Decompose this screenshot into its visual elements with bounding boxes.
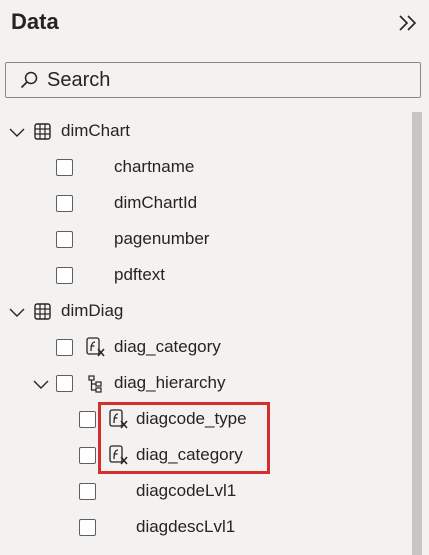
chevron-down-icon[interactable] <box>9 304 25 320</box>
field-row[interactable]: diagcodeLvl1 <box>0 474 405 510</box>
field-checkbox[interactable] <box>56 231 73 248</box>
hierarchy-row[interactable]: diag_hierarchy <box>0 366 405 402</box>
table-row-dimchart[interactable]: dimChart <box>0 114 405 150</box>
measure-row[interactable]: diagcode_type <box>0 402 405 438</box>
table-icon <box>34 303 51 320</box>
hierarchy-label: diag_hierarchy <box>114 373 226 392</box>
scrollbar[interactable] <box>412 112 422 555</box>
table-label: dimDiag <box>61 301 124 320</box>
measure-label: diagcode_type <box>136 409 247 428</box>
field-row[interactable]: chartname <box>0 150 405 186</box>
field-row[interactable]: pagenumber <box>0 222 405 258</box>
hierarchy-checkbox[interactable] <box>56 375 73 392</box>
field-label: pagenumber <box>114 229 210 248</box>
field-checkbox[interactable] <box>56 267 73 284</box>
calculated-field-icon <box>109 409 128 429</box>
calculated-field-icon <box>109 445 128 465</box>
field-checkbox[interactable] <box>79 519 96 536</box>
field-checkbox[interactable] <box>56 195 73 212</box>
field-checkbox[interactable] <box>56 159 73 176</box>
hierarchy-icon <box>88 375 102 393</box>
calculated-field-icon <box>86 337 105 357</box>
field-label: chartname <box>114 157 195 176</box>
field-checkbox[interactable] <box>79 483 96 500</box>
field-checkbox[interactable] <box>79 447 96 464</box>
field-checkbox[interactable] <box>56 339 73 356</box>
field-checkbox[interactable] <box>79 411 96 428</box>
table-row-dimdiag[interactable]: dimDiag <box>0 294 405 330</box>
search-input[interactable] <box>47 68 407 92</box>
field-label: diagdescLvl1 <box>136 517 236 536</box>
table-icon <box>34 123 51 140</box>
chevron-down-icon[interactable] <box>9 124 25 140</box>
measure-row[interactable]: diag_category <box>0 330 405 366</box>
field-row[interactable]: pdftext <box>0 258 405 294</box>
field-row[interactable]: dimChartId <box>0 186 405 222</box>
field-label: diagcodeLvl1 <box>136 481 237 500</box>
field-row[interactable]: diagdescLvl1 <box>0 510 405 546</box>
measure-row[interactable]: diag_category <box>0 438 405 474</box>
chevron-down-icon[interactable] <box>33 376 49 392</box>
measure-label: diag_category <box>114 337 221 356</box>
data-pane-title: Data <box>11 9 59 34</box>
search-icon <box>20 71 38 89</box>
search-box[interactable] <box>5 62 421 98</box>
measure-label: diag_category <box>136 445 243 464</box>
collapse-pane-icon[interactable] <box>397 12 419 34</box>
field-label: dimChartId <box>114 193 198 212</box>
field-label: pdftext <box>114 265 166 284</box>
table-label: dimChart <box>61 121 130 140</box>
